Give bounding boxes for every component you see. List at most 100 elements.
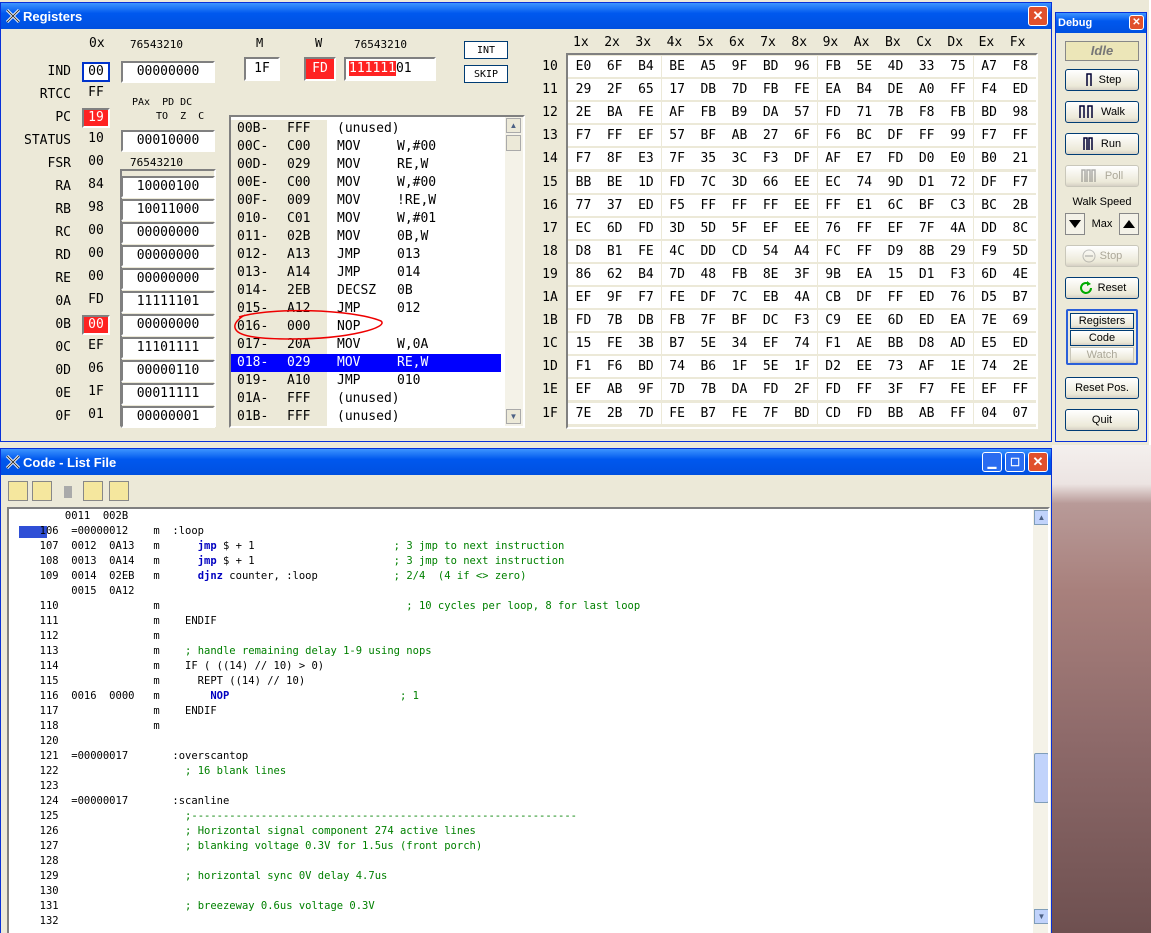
disassembly-scroll-down[interactable]: ▼ <box>506 409 521 424</box>
memory-cell[interactable]: D1 <box>911 171 943 193</box>
run-button[interactable]: Run <box>1065 133 1139 155</box>
code-line[interactable]: 117 m ENDIF <box>27 704 217 719</box>
register-hex-ind[interactable]: 00 <box>82 62 110 82</box>
memory-cell[interactable]: B9 <box>724 102 755 124</box>
memory-cell[interactable]: 1F <box>786 356 818 378</box>
memory-cell[interactable]: 5F <box>724 217 755 239</box>
memory-cell[interactable]: 29 <box>568 79 599 101</box>
memory-cell[interactable]: FB <box>724 263 755 285</box>
memory-cell[interactable]: FF <box>942 79 974 101</box>
memory-cell[interactable]: 3D <box>724 171 755 193</box>
memory-cell[interactable]: AF <box>817 148 849 170</box>
disassembly-line[interactable]: 012- A13 JMP 013 <box>231 246 501 264</box>
memory-cell[interactable]: FE <box>786 79 818 101</box>
memory-cell[interactable]: D0 <box>911 148 943 170</box>
memory-cell[interactable]: FF <box>848 217 880 239</box>
memory-cell[interactable]: B0 <box>973 148 1005 170</box>
memory-cell[interactable]: AD <box>942 333 974 355</box>
memory-cell[interactable]: 29 <box>942 240 974 262</box>
memory-cell[interactable]: DF <box>692 287 724 308</box>
memory-cell[interactable]: 3F <box>786 263 818 285</box>
disassembly-line[interactable]: 013- A14 JMP 014 <box>231 264 501 282</box>
memory-cell[interactable]: DF <box>880 125 911 147</box>
memory-cell[interactable]: 7F <box>692 310 724 332</box>
register-hex-ra[interactable]: 84 <box>82 177 110 197</box>
memory-cell[interactable]: 1E <box>942 356 974 378</box>
memory-cell[interactable]: BA <box>599 102 631 124</box>
code-line[interactable]: 127 ; blanking voltage 0.3V for 1.5us (f… <box>27 839 483 854</box>
code-line[interactable]: 110 m ; 10 cycles per loop, 8 for last l… <box>27 599 641 614</box>
code-line[interactable]: 131 ; breezeway 0.6us voltage 0.3V <box>27 899 375 914</box>
memory-cell[interactable]: 8C <box>1004 217 1036 239</box>
memory-cell[interactable]: 3C <box>724 148 755 170</box>
disassembly-line[interactable]: 00D- 029 MOV RE,W <box>231 156 501 174</box>
m-register-value[interactable]: 1F <box>244 57 280 81</box>
disassembly-line[interactable]: 01A- FFF (unused) <box>231 390 501 408</box>
memory-cell[interactable]: 4A <box>786 287 818 308</box>
memory-cell[interactable]: 6D <box>880 310 911 332</box>
memory-cell[interactable]: 5E <box>692 333 724 355</box>
register-binary-ind[interactable]: 00000000 <box>121 61 215 83</box>
memory-cell[interactable]: EC <box>568 217 599 239</box>
memory-cell[interactable]: F8 <box>911 102 943 124</box>
memory-cell[interactable]: FB <box>817 56 849 77</box>
memory-cell[interactable]: F3 <box>786 310 818 332</box>
memory-cell[interactable]: F5 <box>661 194 693 216</box>
memory-cell[interactable]: 48 <box>692 263 724 285</box>
memory-cell[interactable]: 21 <box>1004 148 1036 170</box>
memory-cell[interactable]: EF <box>973 379 1005 401</box>
memory-cell[interactable]: 7F <box>755 402 787 424</box>
memory-cell[interactable]: EB <box>755 287 787 308</box>
code-line[interactable]: 120 <box>27 734 59 749</box>
memory-cell[interactable]: 9F <box>630 379 662 401</box>
memory-cell[interactable]: 98 <box>1004 102 1036 124</box>
memory-cell[interactable]: 65 <box>630 79 662 101</box>
register-binary-status[interactable]: 00010000 <box>121 130 215 152</box>
memory-cell[interactable]: F3 <box>755 148 787 170</box>
walk-button[interactable]: Walk <box>1065 101 1139 123</box>
memory-cell[interactable]: F7 <box>568 148 599 170</box>
memory-cell[interactable]: A7 <box>973 56 1005 77</box>
memory-cell[interactable]: 74 <box>786 333 818 355</box>
memory-cell[interactable]: B4 <box>848 79 880 101</box>
memory-cell[interactable]: FD <box>880 148 911 170</box>
memory-cell[interactable]: B6 <box>692 356 724 378</box>
speed-up-button[interactable] <box>1119 213 1139 235</box>
memory-cell[interactable]: E7 <box>848 148 880 170</box>
poll-button[interactable]: Poll <box>1065 165 1139 187</box>
debug-close-button[interactable]: ✕ <box>1129 15 1144 30</box>
memory-cell[interactable]: E5 <box>973 333 1005 355</box>
memory-cell[interactable]: 72 <box>942 171 974 193</box>
memory-cell[interactable]: 76 <box>942 287 974 308</box>
memory-cell[interactable]: AE <box>848 333 880 355</box>
code-line[interactable]: 118 m <box>27 719 160 734</box>
memory-cell[interactable]: 2F <box>599 79 631 101</box>
memory-cell[interactable]: D5 <box>973 287 1005 308</box>
code-scroll-down[interactable]: ▼ <box>1034 909 1048 924</box>
memory-cell[interactable]: 7D <box>661 263 693 285</box>
memory-cell[interactable]: AB <box>599 379 631 401</box>
stop-button[interactable]: Stop <box>1065 245 1139 267</box>
memory-cell[interactable]: 5D <box>692 217 724 239</box>
memory-cell[interactable]: 4D <box>880 56 911 77</box>
memory-cell[interactable]: EF <box>755 333 787 355</box>
memory-cell[interactable]: 3F <box>880 379 911 401</box>
memory-cell[interactable]: 6F <box>599 56 631 77</box>
code-line[interactable]: 114 m IF ( ((14) // 10) > 0) <box>27 659 324 674</box>
memory-cell[interactable]: B4 <box>630 56 662 77</box>
memory-cell[interactable]: EF <box>880 217 911 239</box>
memory-cell[interactable]: 7C <box>692 171 724 193</box>
code-scrollbar[interactable]: ▲ ▼ <box>1033 509 1048 933</box>
register-hex-status[interactable]: 10 <box>82 131 110 151</box>
memory-cell[interactable]: EF <box>755 217 787 239</box>
memory-cell[interactable]: A0 <box>911 79 943 101</box>
code-line[interactable]: 107 0012 0A13 m jmp $ + 1 ; 3 jmp to nex… <box>27 539 565 554</box>
delete-file-icon[interactable] <box>58 481 78 501</box>
disassembly-scroll-thumb[interactable] <box>506 135 521 151</box>
memory-cell[interactable]: D8 <box>568 240 599 262</box>
code-line[interactable]: 125 ;-----------------------------------… <box>27 809 577 824</box>
memory-cell[interactable]: BB <box>880 402 911 424</box>
memory-cell[interactable]: DB <box>692 79 724 101</box>
memory-cell[interactable]: FF <box>755 194 787 216</box>
memory-cell[interactable]: EE <box>848 356 880 378</box>
